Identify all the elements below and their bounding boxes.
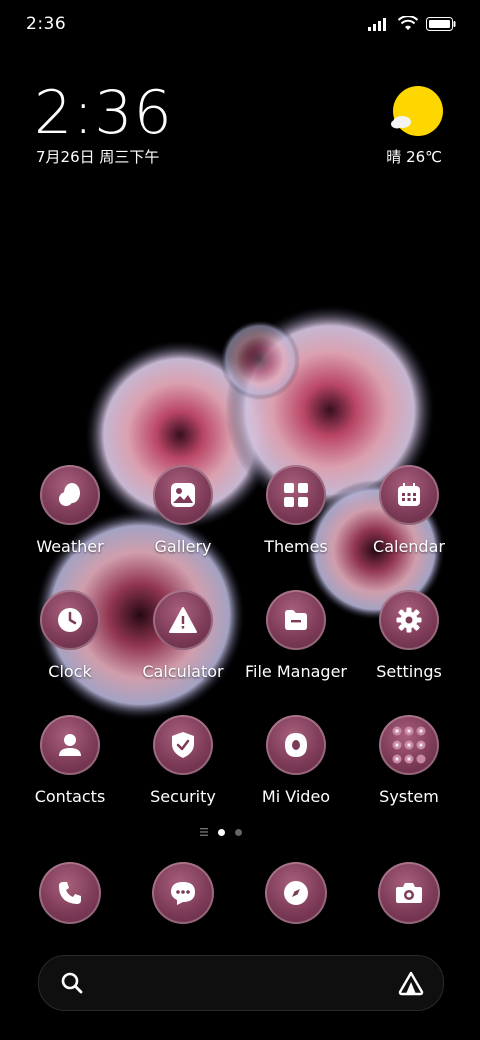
app-label: System: [379, 787, 439, 806]
page-indicator[interactable]: [200, 828, 242, 836]
app-file-manager[interactable]: File Manager: [241, 590, 351, 681]
app-weather[interactable]: Weather: [15, 465, 125, 556]
signal-icon: [368, 18, 386, 31]
mi-video-icon: [266, 715, 326, 775]
app-gallery[interactable]: Gallery: [128, 465, 238, 556]
app-folder-system[interactable]: System: [354, 715, 464, 806]
page-dot-active: [218, 828, 225, 836]
app-themes[interactable]: Themes: [241, 465, 351, 556]
clock-widget-time: 2:36: [34, 78, 173, 148]
dock-camera[interactable]: [378, 862, 440, 924]
camera-icon: [396, 883, 422, 903]
wifi-icon: [398, 16, 418, 30]
app-calendar[interactable]: Calendar: [354, 465, 464, 556]
messages-icon: [171, 882, 195, 905]
app-label: File Manager: [245, 662, 347, 681]
app-label: Contacts: [34, 787, 106, 806]
app-contacts[interactable]: Contacts: [15, 715, 125, 806]
contacts-icon: [40, 715, 100, 775]
security-icon: [153, 715, 213, 775]
app-calculator[interactable]: Calculator: [128, 590, 238, 681]
app-label: Themes: [264, 537, 328, 556]
status-bar: 2:36: [0, 0, 480, 50]
app-clock[interactable]: Clock: [15, 590, 125, 681]
file-manager-icon: [266, 590, 326, 650]
status-time: 2:36: [26, 14, 67, 34]
clock-icon: [40, 590, 100, 650]
browser-icon: [284, 881, 308, 905]
app-label: Calculator: [142, 662, 224, 681]
app-label: Security: [150, 787, 216, 806]
assistant-icon[interactable]: [397, 970, 425, 996]
dock-phone[interactable]: [39, 862, 101, 924]
calculator-icon: [153, 590, 213, 650]
sunny-cloud-icon[interactable]: [390, 84, 444, 138]
app-label: Weather: [36, 537, 104, 556]
menu-lines-icon: [200, 828, 208, 836]
app-label: Settings: [376, 662, 442, 681]
dock-messages[interactable]: [152, 862, 214, 924]
themes-icon: [266, 465, 326, 525]
dock-browser[interactable]: [265, 862, 327, 924]
app-label: Calendar: [373, 537, 445, 556]
gallery-icon: [153, 465, 213, 525]
search-icon: [61, 972, 83, 994]
battery-icon: [426, 17, 456, 31]
settings-icon: [379, 590, 439, 650]
app-mi-video[interactable]: Mi Video: [241, 715, 351, 806]
app-label: Clock: [48, 662, 92, 681]
app-security[interactable]: Security: [128, 715, 238, 806]
status-icons: [368, 16, 456, 32]
phone-icon: [59, 882, 81, 904]
app-settings[interactable]: Settings: [354, 590, 464, 681]
app-label: Gallery: [154, 537, 212, 556]
weather-icon: [40, 465, 100, 525]
app-label: Mi Video: [261, 787, 331, 806]
folder-icon: [379, 715, 439, 775]
search-bar[interactable]: [38, 955, 444, 1011]
page-dot: [235, 828, 242, 836]
calendar-icon: [379, 465, 439, 525]
